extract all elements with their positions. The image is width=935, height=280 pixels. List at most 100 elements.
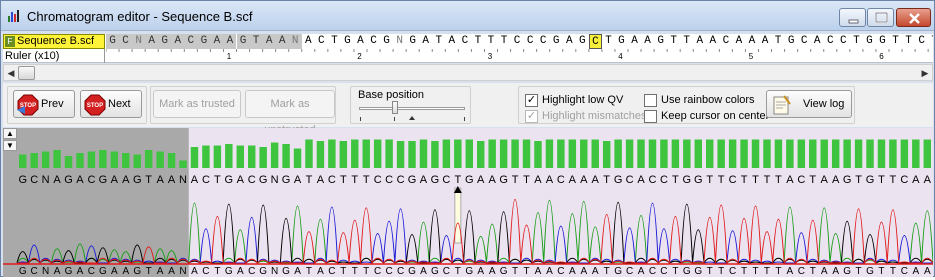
bottom-base: C <box>248 266 255 277</box>
sequence-base[interactable]: C <box>537 34 550 49</box>
view-log-button[interactable]: View log <box>766 90 852 118</box>
mark-trusted-button[interactable]: Mark as trusted <box>153 90 241 118</box>
sequence-bases-track[interactable]: GCNAGACGAAGTAANACTGACGNGATACTTTCCCGAGCTG… <box>106 34 933 49</box>
sequence-base[interactable]: T <box>680 34 693 49</box>
sequence-base[interactable]: A <box>210 34 224 49</box>
chromatogram-view[interactable]: GCNAGACGAAGTAANACTGACGNGATACTTTCCCGAGCTG… <box>3 128 934 277</box>
quality-bar <box>259 147 267 168</box>
sequence-base[interactable]: C <box>524 34 537 49</box>
sequence-base[interactable]: T <box>928 34 933 49</box>
close-button[interactable] <box>896 8 931 27</box>
sequence-base[interactable]: T <box>772 34 785 49</box>
called-base: A <box>534 174 542 186</box>
sequence-base[interactable]: N <box>288 34 302 49</box>
sequence-base[interactable]: G <box>158 34 172 49</box>
sequence-base[interactable]: T <box>484 34 497 49</box>
zoom-out-icon[interactable]: ▼ <box>3 140 17 151</box>
sequence-base[interactable]: C <box>915 34 928 49</box>
scroll-left-icon[interactable]: ◀ <box>4 66 18 80</box>
sequence-base[interactable]: C <box>315 34 328 49</box>
sequence-base[interactable]: A <box>354 34 367 49</box>
sequence-base[interactable]: G <box>341 34 354 49</box>
sequence-base[interactable]: T <box>902 34 915 49</box>
highlight-low-qv-checkbox[interactable]: ✓ <box>525 94 538 107</box>
sequence-base[interactable]: G <box>197 34 211 49</box>
sequence-base[interactable]: A <box>693 34 706 49</box>
sequence-base[interactable]: A <box>275 34 289 49</box>
sequence-base[interactable]: T <box>432 34 445 49</box>
base-position-slider-thumb[interactable] <box>392 101 398 114</box>
sequence-base[interactable]: A <box>628 34 641 49</box>
highlight-mismatches-checkbox[interactable]: ✓ <box>525 110 538 123</box>
sequence-base[interactable]: C <box>837 34 850 49</box>
sequence-base[interactable]: G <box>876 34 889 49</box>
sequence-base[interactable]: A <box>262 34 276 49</box>
scroll-thumb[interactable] <box>18 66 35 80</box>
sequence-base[interactable]: G <box>654 34 667 49</box>
sequence-base[interactable]: T <box>498 34 511 49</box>
sequence-base[interactable]: N <box>393 34 406 49</box>
sequence-base[interactable]: T <box>471 34 484 49</box>
sequence-base[interactable]: A <box>563 34 576 49</box>
prev-label: Prev <box>41 98 64 110</box>
called-base: N <box>42 174 50 186</box>
sequence-base[interactable]: C <box>719 34 732 49</box>
sequence-base[interactable]: C <box>367 34 380 49</box>
sequence-base[interactable]: T <box>328 34 341 49</box>
sequence-base[interactable]: G <box>785 34 798 49</box>
sequence-base[interactable]: G <box>406 34 419 49</box>
sequence-base[interactable]: C <box>588 34 602 49</box>
sequence-base[interactable]: C <box>184 34 198 49</box>
sequence-base[interactable]: A <box>759 34 772 49</box>
zoom-in-icon[interactable]: ▲ <box>3 128 17 139</box>
sequence-base[interactable]: C <box>824 34 837 49</box>
sequence-track-label[interactable]: F Sequence B.scf <box>3 34 105 49</box>
bottom-base: G <box>408 266 416 277</box>
maximize-button[interactable] <box>867 8 894 27</box>
keep-cursor-checkbox[interactable] <box>644 110 657 123</box>
sequence-base[interactable]: G <box>615 34 628 49</box>
sequence-base[interactable]: C <box>119 34 133 49</box>
sequence-base[interactable]: A <box>745 34 758 49</box>
scroll-right-icon[interactable]: ▶ <box>918 66 932 80</box>
sequence-base[interactable]: A <box>419 34 432 49</box>
prev-button[interactable]: STOP Prev <box>13 90 75 118</box>
sequence-base[interactable]: T <box>602 34 615 49</box>
sequence-base[interactable]: A <box>223 34 237 49</box>
called-base: G <box>64 174 73 186</box>
bottom-base: C <box>443 266 450 277</box>
sequence-base[interactable]: G <box>106 34 120 49</box>
sequence-base[interactable]: A <box>445 34 458 49</box>
bottom-base: A <box>77 266 84 277</box>
sequence-base[interactable]: T <box>889 34 902 49</box>
next-button[interactable]: STOP Next <box>80 90 142 118</box>
sequence-base[interactable]: C <box>511 34 524 49</box>
sequence-base[interactable]: G <box>380 34 393 49</box>
sequence-base[interactable]: G <box>576 34 589 49</box>
sequence-base[interactable]: G <box>236 34 250 49</box>
bottom-base: C <box>798 266 805 277</box>
sequence-base[interactable]: T <box>249 34 263 49</box>
quality-bar <box>110 151 119 168</box>
sequence-base[interactable]: A <box>302 34 315 49</box>
use-rainbow-checkbox[interactable] <box>644 94 657 107</box>
sequence-base[interactable]: A <box>641 34 654 49</box>
sequence-base[interactable]: T <box>667 34 680 49</box>
sequence-base[interactable]: G <box>863 34 876 49</box>
sequence-base[interactable]: A <box>145 34 159 49</box>
sequence-base[interactable]: G <box>550 34 563 49</box>
sequence-base[interactable]: A <box>732 34 745 49</box>
sequence-base[interactable]: T <box>850 34 863 49</box>
sequence-base[interactable]: A <box>171 34 185 49</box>
sequence-base[interactable]: C <box>798 34 811 49</box>
bottom-base: G <box>282 266 290 277</box>
sequence-base[interactable]: N <box>132 34 146 49</box>
base-position-slider[interactable] <box>359 107 465 110</box>
sequence-base[interactable]: C <box>458 34 471 49</box>
sequence-base[interactable]: A <box>706 34 719 49</box>
mark-untrusted-button[interactable]: Mark as unstrusted <box>245 90 335 136</box>
sequence-base[interactable]: A <box>811 34 824 49</box>
chromatogram-panel[interactable]: GCNAGACGAAGTAANACTGACGNGATACTTTCCCGAGCTG… <box>3 128 934 277</box>
minimize-button[interactable] <box>839 8 866 27</box>
horizontal-scrollbar[interactable]: ◀ ▶ <box>3 64 933 81</box>
